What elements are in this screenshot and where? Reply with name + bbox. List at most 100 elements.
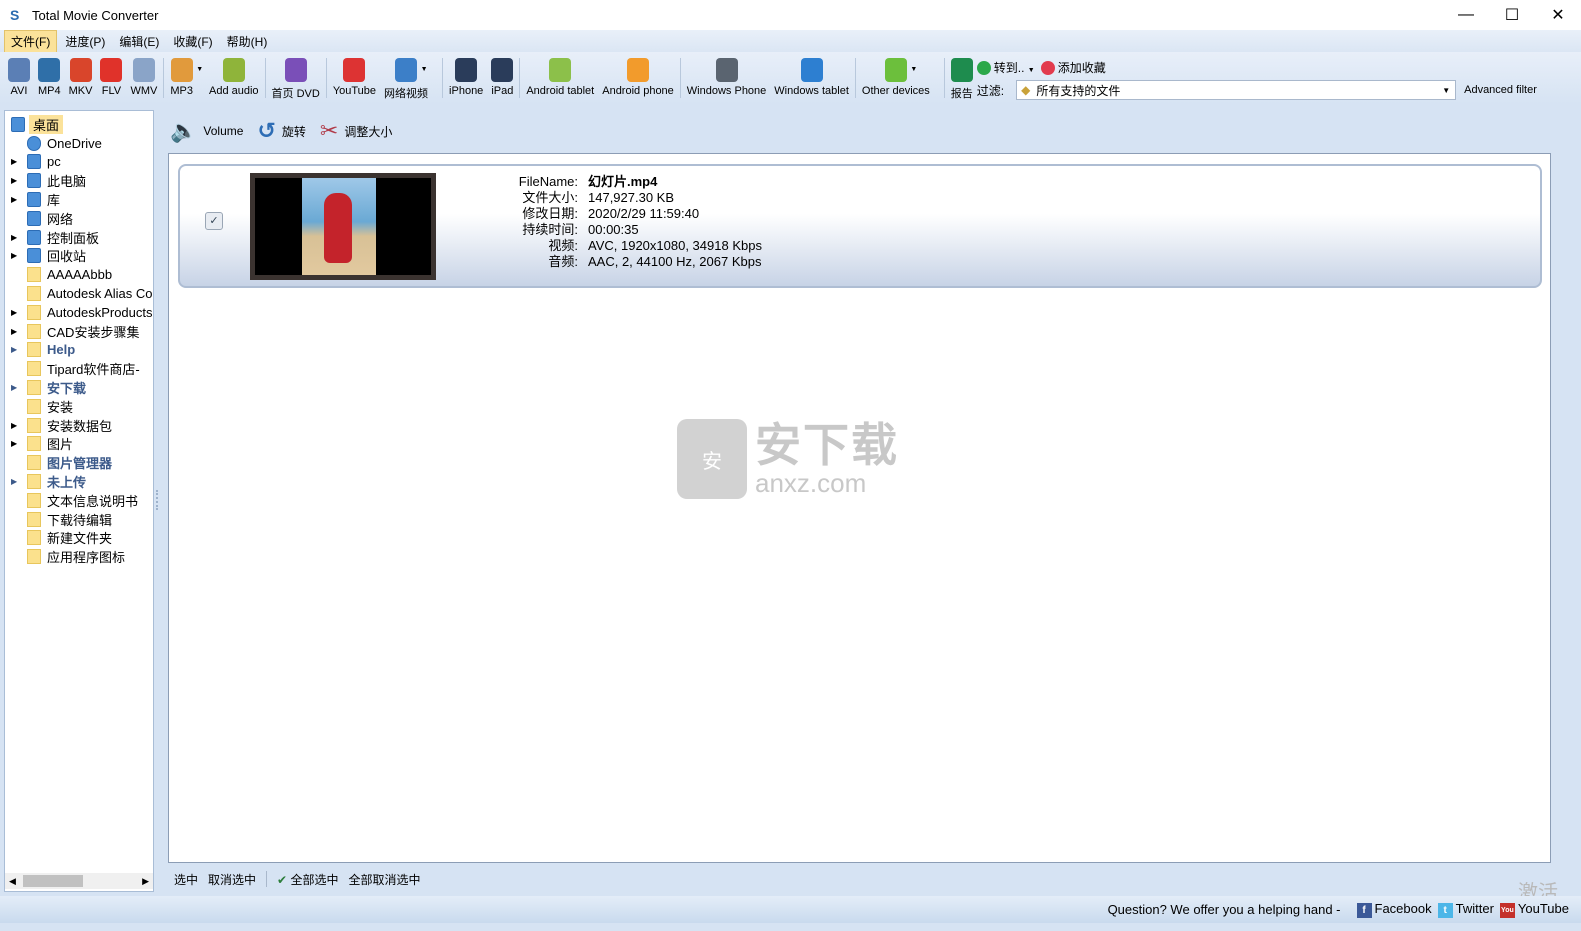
toolbar-button-youtube[interactable]: YouTube <box>329 52 380 102</box>
menu-edit[interactable]: 编辑(E) <box>113 31 165 52</box>
expand-arrow-icon[interactable]: ▶ <box>5 421 17 430</box>
dropdown-arrow-icon[interactable]: ▼ <box>196 66 203 73</box>
toolbar-button-android-phone[interactable]: Android phone <box>598 52 678 102</box>
toolbar-button-iphone[interactable]: iPhone <box>445 52 487 102</box>
tree-item-label: 此电脑 <box>47 174 87 190</box>
tree-item[interactable]: ▶ 控制面板 <box>5 228 153 247</box>
recycle-bin-icon <box>27 248 41 264</box>
minimize-button[interactable]: — <box>1443 0 1489 30</box>
toolbar-button-mkv[interactable]: MKV <box>65 52 97 102</box>
advanced-filter-link[interactable]: Advanced filter <box>1464 84 1537 96</box>
deselect-button[interactable]: 取消选中 <box>208 871 256 888</box>
tree-item[interactable]: ▶ CAD安装步骤集 <box>5 322 153 341</box>
toolbar-button--[interactable]: 报告 <box>947 52 977 102</box>
tree-item[interactable]: ▶ 安装数据包 <box>5 416 153 435</box>
scrollbar-thumb[interactable] <box>23 875 83 887</box>
toolbar-button-wmv[interactable]: WMV <box>126 52 161 102</box>
scroll-right-icon[interactable]: ▶ <box>142 876 149 887</box>
menu-progress[interactable]: 进度(P) <box>59 31 111 52</box>
toolbar-button--dvd[interactable]: 首页 DVD <box>268 52 324 102</box>
resize-button[interactable]: ✂ 调整大小 <box>320 118 392 144</box>
tree-item[interactable]: 文本信息说明书 <box>5 491 153 510</box>
tree-item[interactable]: ▶ 此电脑 <box>5 171 153 190</box>
close-button[interactable]: ✕ <box>1535 0 1581 30</box>
expand-arrow-icon[interactable]: ▶ <box>5 233 17 242</box>
expand-arrow-icon[interactable]: ▶ <box>5 327 17 336</box>
menu-favorites[interactable]: 收藏(F) <box>167 31 218 52</box>
toolbar-button-mp4[interactable]: MP4 <box>34 52 65 102</box>
tree-item[interactable]: 下载待编辑 <box>5 510 153 529</box>
select-all-button[interactable]: ✔ 全部选中 <box>277 871 338 888</box>
select-button[interactable]: 选中 <box>174 871 198 888</box>
toolbar-button-windows-phone[interactable]: Windows Phone <box>683 52 771 102</box>
scroll-left-icon[interactable]: ◀ <box>5 876 16 887</box>
tree-item[interactable]: 网络 <box>5 209 153 228</box>
toolbar-button-add-audio[interactable]: Add audio <box>205 52 263 102</box>
tree-item[interactable]: ▶ pc <box>5 153 153 172</box>
tree-item[interactable]: Autodesk Alias Co <box>5 284 153 303</box>
library-icon <box>27 192 41 208</box>
tree-item[interactable]: OneDrive <box>5 134 153 153</box>
youtube-link[interactable]: You YouTube <box>1499 901 1569 918</box>
rotate-icon: ↺ <box>257 118 276 143</box>
dropdown-arrow-icon[interactable]: ▼ <box>910 66 917 73</box>
tree-item[interactable]: ▶ 未上传 <box>5 472 153 491</box>
tree-item[interactable]: ▶ Help <box>5 341 153 360</box>
menu-file[interactable]: 文件(F) <box>4 29 58 53</box>
selection-bar: 选中 取消选中 ✔ 全部选中 全部取消选中 <box>168 866 420 892</box>
tree-item[interactable]: ▶ 安下载 <box>5 378 153 397</box>
expand-arrow-icon[interactable]: ▶ <box>5 176 17 185</box>
file-item[interactable]: ✓ FileName: 幻灯片.mp4 文件大小: 147,927.30 KB 修改日期… <box>178 164 1542 288</box>
menu-help[interactable]: 帮助(H) <box>221 31 274 52</box>
volume-button[interactable]: 🔈 Volume <box>170 118 243 144</box>
file-info: FileName: 幻灯片.mp4 文件大小: 147,927.30 KB 修改日期: 2… <box>510 174 762 270</box>
expand-arrow-icon[interactable]: ▶ <box>5 251 17 260</box>
android-icon <box>549 58 572 82</box>
expand-arrow-icon[interactable]: ▶ <box>5 308 17 317</box>
toolbar-button-avi[interactable]: AVI <box>4 52 34 102</box>
expand-arrow-icon[interactable]: ▶ <box>5 383 17 392</box>
rotate-button[interactable]: ↺ 旋转 <box>257 118 305 144</box>
expand-arrow-icon[interactable]: ▶ <box>5 439 17 448</box>
toolbar-button-ipad[interactable]: iPad <box>487 52 517 102</box>
deselect-all-button[interactable]: 全部取消选中 <box>348 871 420 888</box>
toolbar-button-label: AVI <box>10 85 28 97</box>
desktop-icon <box>11 116 25 132</box>
maximize-button[interactable]: ☐ <box>1489 0 1535 30</box>
expand-arrow-icon[interactable]: ▶ <box>5 345 17 354</box>
tree-item[interactable]: ▶ 回收站 <box>5 247 153 266</box>
facebook-link[interactable]: f Facebook <box>1356 901 1432 918</box>
file-checkbox[interactable]: ✓ <box>205 212 223 230</box>
tree-item-label: pc <box>47 154 61 170</box>
goto-button[interactable]: 转到.. ▼ <box>976 59 1035 76</box>
tree-item[interactable]: AAAAAbbb <box>5 265 153 284</box>
tree-item[interactable]: 安装 <box>5 397 153 416</box>
dvd-icon <box>284 58 307 82</box>
tree-item[interactable]: ▶ 图片 <box>5 435 153 454</box>
expand-arrow-icon[interactable]: ▶ <box>5 195 17 204</box>
tree-item[interactable]: 应用程序图标 <box>5 547 153 566</box>
toolbar-button--[interactable]: 网络视频 ▼ <box>380 52 440 102</box>
filter-label: 过滤: <box>976 83 1005 98</box>
tree-item[interactable]: 新建文件夹 <box>5 529 153 548</box>
toolbar-button-windows-tablet[interactable]: Windows tablet <box>770 52 853 102</box>
tree-item[interactable]: Tipard软件商店- <box>5 359 153 378</box>
splitter-handle[interactable] <box>156 490 160 510</box>
add-favorite-button[interactable]: 添加收藏 <box>1040 59 1106 76</box>
tree-item[interactable]: ▶ AutodeskProducts <box>5 303 153 322</box>
toolbar-button-android-tablet[interactable]: Android tablet <box>522 52 598 102</box>
toolbar: AVI MP4 MKV FLV WMV MP3 ▼ Add audio 首页 DVD YouTub… <box>0 52 1581 104</box>
toolbar-button-other-devices[interactable]: Other devices ▼ <box>858 52 942 102</box>
horizontal-scrollbar[interactable]: ◀ ▶ <box>5 873 153 889</box>
expand-arrow-icon[interactable]: ▶ <box>5 157 17 166</box>
tree-item[interactable]: 桌面 <box>5 114 153 134</box>
file-info-value: 147,927.30 KB <box>588 190 675 205</box>
toolbar-button-flv[interactable]: FLV <box>96 52 126 102</box>
twitter-link[interactable]: t Twitter <box>1437 901 1494 918</box>
dropdown-arrow-icon[interactable]: ▼ <box>421 66 428 73</box>
toolbar-button-mp3[interactable]: MP3 ▼ <box>166 52 205 102</box>
expand-arrow-icon[interactable]: ▶ <box>5 477 17 486</box>
tree-item[interactable]: ▶ 库 <box>5 190 153 209</box>
filter-select[interactable]: ◆ 所有支持的文件 ▼ <box>1016 80 1457 100</box>
tree-item[interactable]: 图片管理器 <box>5 453 153 472</box>
